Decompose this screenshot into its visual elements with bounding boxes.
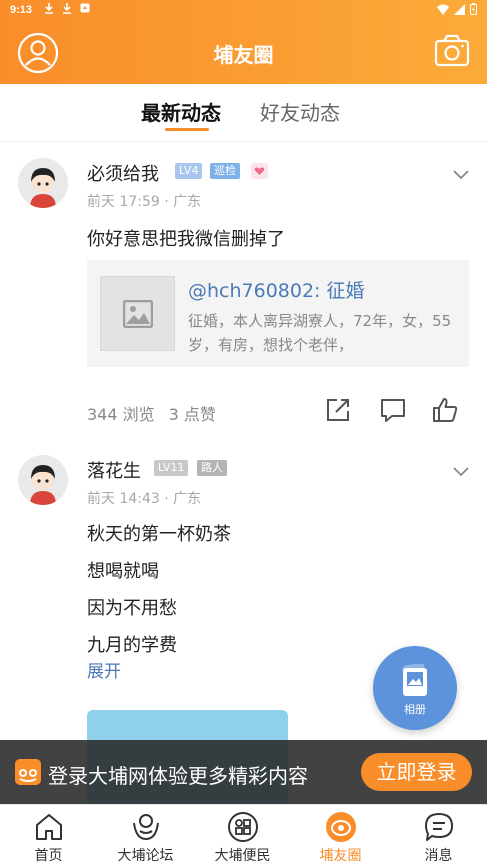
post-text: 你好意思把我微信删掉了 xyxy=(87,229,285,250)
login-button[interactable]: 立即登录 xyxy=(361,753,472,791)
album-icon xyxy=(402,664,428,696)
post-meta: 前天 17:59 · 广东 xyxy=(87,194,202,210)
level-badge: LV11 xyxy=(154,460,189,476)
app-header: 9:13 埔友圈 xyxy=(0,0,487,84)
nav-services[interactable]: 大埔便民 xyxy=(194,805,291,867)
status-time: 9:13 xyxy=(10,4,33,16)
post-meta: 前天 14:43 · 广东 xyxy=(87,491,202,507)
login-prompt: 登录大埔网体验更多精彩内容 xyxy=(48,764,308,788)
login-banner: 登录大埔网体验更多精彩内容 立即登录 xyxy=(0,740,487,804)
status-bar: 9:13 xyxy=(0,0,487,22)
tab-latest[interactable]: 最新动态 xyxy=(141,97,221,126)
camera-icon[interactable] xyxy=(434,33,470,69)
shared-thumbnail xyxy=(100,276,175,351)
nav-label: 大埔便民 xyxy=(214,848,271,864)
page-title: 埔友圈 xyxy=(213,43,274,67)
nav-circle[interactable]: 埔友圈 xyxy=(292,805,389,867)
shared-description: 征婚，本人离异湖寮人，72年，女，55岁，有房，想找个老伴， xyxy=(188,312,452,354)
like-count: 3 点赞 xyxy=(168,405,216,424)
like-icon[interactable] xyxy=(431,396,459,424)
battery-icon xyxy=(470,3,477,15)
active-tab-indicator xyxy=(165,128,209,131)
post-text-line: 因为不用愁 xyxy=(87,598,177,619)
app-logo-icon xyxy=(15,759,41,785)
tab-friends[interactable]: 好友动态 xyxy=(260,97,340,126)
forum-icon xyxy=(133,814,159,841)
role-badge: 巡检 xyxy=(210,163,240,179)
nav-messages[interactable]: 消息 xyxy=(390,805,487,867)
signal-icon xyxy=(454,3,465,15)
nav-label: 消息 xyxy=(424,848,453,864)
message-icon xyxy=(425,813,453,841)
circle-icon xyxy=(326,812,356,842)
level-badge: LV4 xyxy=(175,163,203,179)
album-label: 相册 xyxy=(404,703,426,716)
avatar[interactable] xyxy=(18,455,68,505)
nav-label: 埔友圈 xyxy=(319,848,362,864)
shared-post-card[interactable]: @hch760802: 征婚 征婚，本人离异湖寮人，72年，女，55岁，有房，想… xyxy=(87,260,469,367)
chevron-down-icon[interactable] xyxy=(452,466,470,478)
feed-tabs: 最新动态 好友动态 xyxy=(0,84,487,142)
title-bar: 埔友圈 xyxy=(0,22,487,84)
shared-title: @hch760802: 征婚 xyxy=(188,280,365,302)
nav-forum[interactable]: 大埔论坛 xyxy=(97,805,194,867)
share-icon[interactable] xyxy=(324,396,352,424)
post-stats: 344 浏览 3 点赞 xyxy=(87,401,216,425)
username[interactable]: 必须给我 xyxy=(87,160,159,186)
post-text-line: 想喝就喝 xyxy=(87,561,159,582)
nav-home[interactable]: 首页 xyxy=(0,805,97,867)
wifi-icon xyxy=(437,4,449,15)
post-text-line: 秋天的第一杯奶茶 xyxy=(87,524,231,545)
expand-link[interactable]: 展开 xyxy=(87,657,121,682)
chevron-down-icon[interactable] xyxy=(452,169,470,181)
image-placeholder-icon xyxy=(123,300,153,328)
services-icon xyxy=(228,812,258,842)
role-badge: 路人 xyxy=(197,460,227,476)
bottom-nav: 首页 大埔论坛 大埔便民 埔友圈 消息 xyxy=(0,804,487,867)
avatar[interactable] xyxy=(18,158,68,208)
nav-label: 首页 xyxy=(34,848,63,864)
download-icon xyxy=(63,3,71,14)
heart-icon xyxy=(251,163,268,179)
comment-icon[interactable] xyxy=(379,396,407,424)
home-icon xyxy=(36,814,62,840)
post-text-line: 九月的学费 xyxy=(87,635,177,656)
status-icons xyxy=(437,3,477,15)
username[interactable]: 落花生 xyxy=(87,457,141,483)
download-icon xyxy=(45,3,53,14)
nav-label: 大埔论坛 xyxy=(117,848,174,864)
notification-icon xyxy=(80,3,90,13)
view-count: 344 浏览 xyxy=(87,405,155,424)
album-button[interactable]: 相册 xyxy=(373,646,457,730)
